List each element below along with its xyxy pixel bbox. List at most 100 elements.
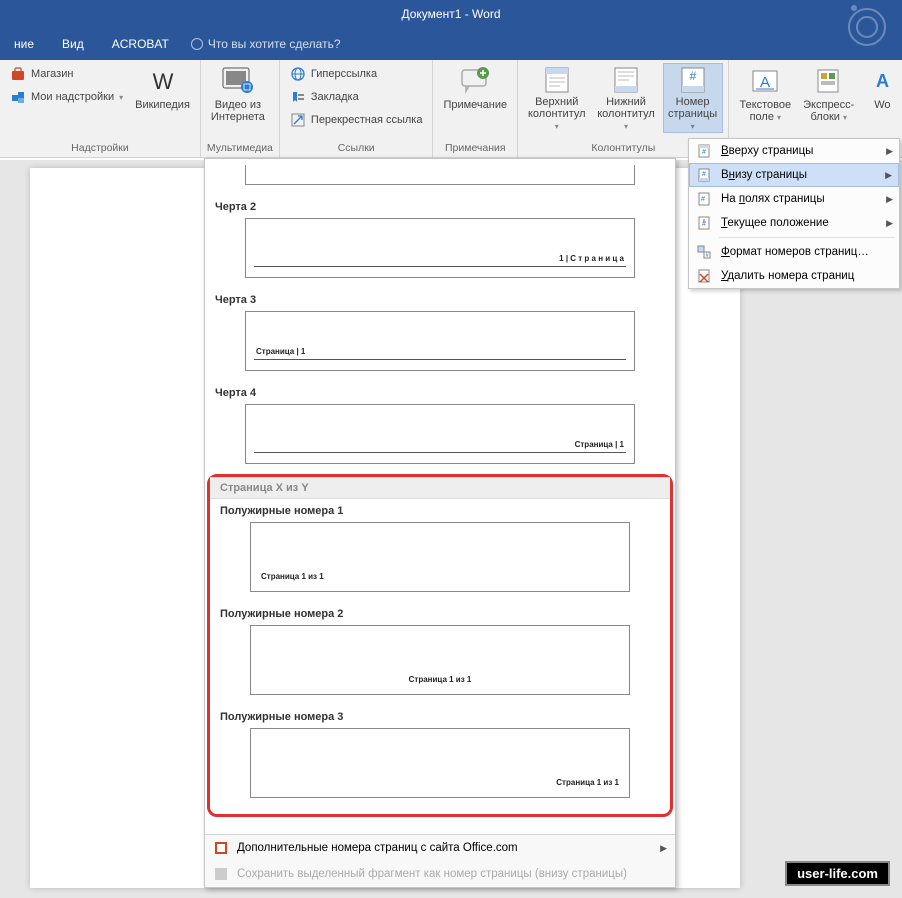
textbox-button[interactable]: A Текстовое поле ▾ — [735, 63, 795, 133]
submenu-arrow-icon: ▶ — [886, 218, 893, 229]
menu-page-margins[interactable]: # На полях страницы ▶ — [689, 187, 899, 211]
header-button[interactable]: Верхний колонтитул ▾ — [524, 63, 589, 133]
online-video-button[interactable]: Видео из Интернета — [207, 63, 269, 133]
addins-icon — [10, 89, 26, 105]
menu-remove-numbers[interactable]: Удалить номера страниц — [689, 264, 899, 288]
dropdown-icon: ▾ — [624, 122, 628, 131]
titlebar: Документ1 - Word — [0, 0, 902, 28]
group-label-media: Мультимедиа — [207, 140, 273, 157]
crossref-button[interactable]: Перекрестная ссылка — [286, 109, 427, 131]
svg-text:#: # — [702, 171, 706, 178]
dropdown-icon: ▾ — [119, 93, 123, 102]
pagenum-icon: # — [677, 66, 709, 94]
ribbon-group-comments: Примечание Примечания — [433, 60, 518, 157]
group-label-comments: Примечания — [439, 140, 511, 157]
gallery-item-label: Полужирные номера 2 — [210, 602, 670, 623]
page-bottom-icon: # — [695, 166, 713, 184]
store-icon — [10, 66, 26, 82]
brand-logo-icon — [842, 2, 892, 52]
tellme-placeholder: Что вы хотите сделать? — [208, 37, 341, 51]
preview-text: Страница | 1 — [575, 440, 624, 449]
wikipedia-icon: W — [147, 65, 179, 97]
group-label-addins: Надстройки — [6, 140, 194, 157]
footer-label1: Нижний — [606, 96, 646, 108]
menu-label: На полях страницы — [721, 193, 825, 205]
submenu-arrow-icon: ▶ — [660, 843, 667, 854]
gallery-more-label: Дополнительные номера страниц с сайта Of… — [237, 842, 518, 854]
svg-text:A: A — [760, 74, 770, 91]
current-position-icon: # — [695, 214, 713, 232]
footer-button[interactable]: Нижний колонтитул ▾ — [593, 63, 658, 133]
gallery-preview-bold2[interactable]: Страница 1 из 1 — [250, 625, 630, 695]
gallery-preview-line2[interactable]: 1 | С т р а н и ц а — [245, 218, 635, 278]
menu-label: Вверху страницы — [721, 145, 813, 157]
pagenum-label1: Номер — [676, 96, 710, 108]
pagenum-gallery: Черта 2 1 | С т р а н и ц а Черта 3 Стра… — [204, 158, 676, 888]
textbox-label1: Текстовое — [739, 99, 791, 111]
comment-icon — [459, 65, 491, 97]
menu-bottom-of-page[interactable]: # Внизу страницы ▶ — [689, 163, 899, 187]
quick-label1: Экспресс- — [803, 99, 854, 111]
wordart-icon: A — [866, 65, 898, 97]
gallery-preview-partial[interactable] — [245, 165, 635, 185]
pagenum-menu: # Вверху страницы ▶ # Внизу страницы ▶ #… — [688, 138, 900, 289]
submenu-arrow-icon: ▶ — [886, 194, 893, 205]
gallery-preview-line4[interactable]: Страница | 1 — [245, 404, 635, 464]
ribbon-group-media: Видео из Интернета Мультимедиа — [201, 60, 280, 157]
wikipedia-button[interactable]: W Википедия — [131, 63, 194, 133]
menu-top-of-page[interactable]: # Вверху страницы ▶ — [689, 139, 899, 163]
gallery-item-label: Черта 4 — [205, 381, 675, 402]
gallery-item-label: Полужирные номера 3 — [210, 705, 670, 726]
preview-text: Страница | 1 — [256, 347, 305, 356]
ribbon-tab-acrobat[interactable]: ACROBAT — [98, 28, 183, 60]
quickparts-button[interactable]: Экспресс- блоки ▾ — [799, 63, 858, 133]
gallery-save-selection: Сохранить выделенный фрагмент как номер … — [205, 861, 675, 887]
video-icon — [222, 65, 254, 97]
gallery-category: Страница X из Y — [210, 477, 670, 499]
submenu-arrow-icon: ▶ — [885, 170, 892, 181]
pagenum-label2: страницы — [668, 108, 717, 120]
menu-label: Удалить номера страниц — [721, 270, 854, 282]
menu-format-numbers[interactable]: # Формат номеров страниц… — [689, 240, 899, 264]
preview-text: Страница 1 из 1 — [556, 778, 619, 787]
gallery-preview-bold3[interactable]: Страница 1 из 1 — [250, 728, 630, 798]
wikipedia-label: Википедия — [135, 99, 190, 111]
myaddins-button[interactable]: Мои надстройки ▾ — [6, 86, 127, 108]
gallery-more-office[interactable]: Дополнительные номера страниц с сайта Of… — [205, 835, 675, 861]
footer-icon — [610, 65, 642, 94]
office-icon — [213, 840, 229, 856]
myaddins-label: Мои надстройки — [31, 91, 114, 103]
pagenum-button[interactable]: # Номер страницы ▾ — [663, 63, 723, 133]
hyperlink-icon — [290, 66, 306, 82]
gallery-scroll-area[interactable]: Черта 2 1 | С т р а н и ц а Черта 3 Стра… — [205, 159, 675, 834]
gallery-preview-bold1[interactable]: Страница 1 из 1 — [250, 522, 630, 592]
header-label1: Верхний — [535, 96, 578, 108]
ribbon-tab-partial[interactable]: ние — [0, 28, 48, 60]
svg-text:#: # — [701, 196, 705, 203]
hyperlink-button[interactable]: Гиперссылка — [286, 63, 427, 85]
quick-label2: блоки — [810, 111, 839, 123]
menu-current-position[interactable]: # Текущее положение ▶ — [689, 211, 899, 235]
crossref-label: Перекрестная ссылка — [311, 114, 423, 126]
svg-text:#: # — [689, 69, 696, 83]
ribbon-tab-view[interactable]: Вид — [48, 28, 98, 60]
comment-label: Примечание — [443, 99, 507, 111]
footer-label2: колонтитул — [597, 108, 655, 120]
video-label2: Интернета — [211, 111, 265, 123]
video-label1: Видео из — [215, 99, 261, 111]
wordart-button-partial[interactable]: A Wo — [862, 63, 902, 133]
comment-button[interactable]: Примечание — [439, 63, 511, 133]
menu-separator — [719, 237, 895, 238]
store-label: Магазин — [31, 68, 73, 80]
menu-label: Текущее положение — [721, 217, 829, 229]
header-label2: колонтитул — [528, 108, 586, 120]
ribbon-tabs: ние Вид ACROBAT Что вы хотите сделать? — [0, 28, 902, 60]
gallery-highlighted-section: Страница X из Y Полужирные номера 1 Стра… — [207, 474, 673, 817]
tellme-search[interactable]: Что вы хотите сделать? — [191, 37, 341, 51]
bookmark-button[interactable]: Закладка — [286, 86, 427, 108]
header-icon — [541, 65, 573, 94]
svg-text:#: # — [702, 221, 706, 228]
store-button[interactable]: Магазин — [6, 63, 127, 85]
gallery-preview-line3[interactable]: Страница | 1 — [245, 311, 635, 371]
bookmark-icon — [290, 89, 306, 105]
